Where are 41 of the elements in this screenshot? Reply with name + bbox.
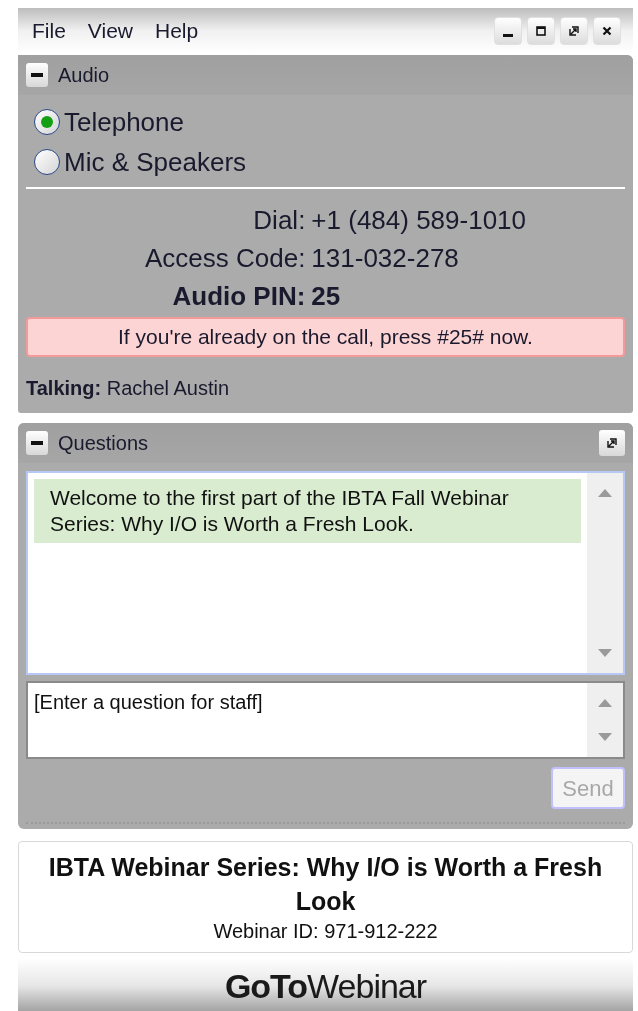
minus-icon bbox=[31, 73, 43, 77]
radio-option[interactable]: Telephone bbox=[34, 103, 617, 141]
close-button[interactable] bbox=[593, 16, 621, 45]
webinar-id: Webinar ID: 971-912-222 bbox=[213, 919, 438, 944]
maximize-icon bbox=[534, 23, 548, 38]
panel-title: Audio bbox=[58, 63, 111, 88]
popout-icon bbox=[605, 436, 619, 450]
scroll-up-icon bbox=[598, 699, 612, 707]
collapse-button[interactable] bbox=[26, 431, 48, 455]
collapse-button[interactable] bbox=[26, 63, 48, 87]
question-input[interactable]: [Enter a question for staff] bbox=[26, 681, 625, 759]
menu-item[interactable]: View bbox=[85, 14, 135, 47]
detail-label: Access Code: bbox=[144, 242, 306, 275]
minimize-icon bbox=[503, 34, 513, 37]
scrollbar[interactable] bbox=[587, 683, 623, 757]
detail-value: 25 bbox=[311, 280, 342, 313]
scroll-down-icon bbox=[598, 733, 612, 741]
message: Welcome to the first part of the IBTA Fall Webinar Series: Why I/O is Worth a Fresh Look. bbox=[34, 479, 581, 543]
maximize-button[interactable] bbox=[527, 16, 555, 45]
detail-value: 131-032-278 bbox=[311, 242, 460, 275]
radio-option[interactable]: Mic & Speakers bbox=[34, 143, 617, 181]
detail-label: Audio PIN: bbox=[171, 280, 306, 313]
logo: GoToWebinar bbox=[224, 966, 427, 1006]
notice-banner: If you're already on the call, press #25# now. bbox=[26, 317, 625, 357]
panel-title: Questions bbox=[58, 431, 150, 456]
restore-button[interactable] bbox=[560, 16, 588, 45]
scrollbar[interactable] bbox=[587, 473, 623, 673]
popout-button[interactable] bbox=[599, 430, 625, 456]
radio-button[interactable] bbox=[34, 149, 60, 175]
minus-icon bbox=[31, 441, 43, 445]
menu-item[interactable]: File bbox=[30, 14, 68, 47]
scroll-up-icon bbox=[598, 489, 612, 497]
scroll-down-icon bbox=[598, 649, 612, 657]
popout-icon bbox=[567, 23, 581, 38]
webinar-title: IBTA Webinar Series: Why I/O is Worth a Fresh Look bbox=[47, 852, 604, 917]
talking-status: Talking: Rachel Austin bbox=[25, 376, 231, 401]
menu-item[interactable]: Help bbox=[153, 14, 201, 47]
detail-value: +1 (484) 589-1010 bbox=[311, 204, 527, 237]
radio-button[interactable] bbox=[34, 109, 60, 135]
minimize-button[interactable] bbox=[494, 16, 522, 45]
detail-label: Dial: bbox=[252, 204, 306, 237]
